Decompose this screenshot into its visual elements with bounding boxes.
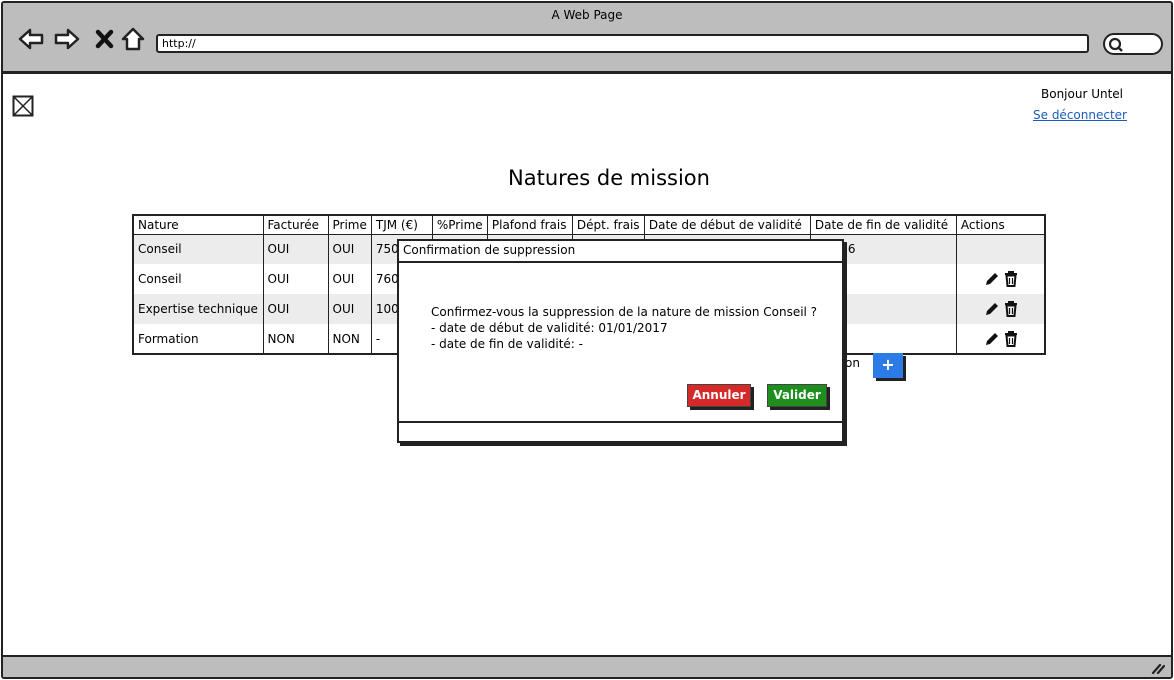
cell-nature: Conseil	[133, 264, 264, 294]
dialog-footer	[399, 421, 842, 441]
add-label: on	[845, 356, 860, 370]
browser-chrome: A Web Page http://	[3, 3, 1171, 74]
cell-facturee: NON	[263, 324, 329, 354]
cell-actions	[956, 264, 1046, 294]
cell-actions	[956, 324, 1046, 354]
column-header-facturee: Facturée	[263, 215, 329, 235]
column-header-date-debut: Date de début de validité	[644, 215, 811, 235]
dialog-start-date: - date de début de validité: 01/01/2017	[431, 321, 668, 335]
column-header-nature: Nature	[133, 215, 264, 235]
edit-icon[interactable]	[984, 271, 1000, 287]
cell-facturee: OUI	[263, 294, 329, 324]
back-icon[interactable]	[17, 25, 45, 53]
delete-icon[interactable]	[1004, 301, 1018, 317]
url-bar[interactable]: http://	[156, 34, 1089, 53]
dialog-message: Confirmez-vous la suppression de la natu…	[431, 304, 817, 352]
browser-window: A Web Page http:// Bonjour Untel Se déco…	[1, 1, 1173, 679]
column-header-actions: Actions	[956, 215, 1046, 235]
cell-nature: Conseil	[133, 234, 264, 264]
cell-prime: OUI	[328, 264, 372, 294]
column-header-pct-prime: %Prime	[432, 215, 488, 235]
dialog-end-date: - date de fin de validité: -	[431, 337, 583, 351]
cell-nature: Formation	[133, 324, 264, 354]
logout-link[interactable]: Se déconnecter	[1033, 108, 1127, 122]
cell-facturee: OUI	[263, 264, 329, 294]
home-icon[interactable]	[119, 25, 147, 53]
image-placeholder-icon	[12, 95, 34, 117]
window-title: A Web Page	[551, 8, 623, 22]
dialog-question: Confirmez-vous la suppression de la natu…	[431, 305, 818, 319]
cell-actions	[956, 294, 1046, 324]
column-header-dept-frais: Dépt. frais	[572, 215, 645, 235]
add-nature-button[interactable]: +	[873, 353, 903, 378]
delete-icon[interactable]	[1004, 330, 1018, 347]
dialog-title: Confirmation de suppression	[399, 241, 842, 263]
confirm-button[interactable]: Valider	[767, 384, 827, 407]
cell-prime: OUI	[328, 234, 372, 264]
delete-icon[interactable]	[1004, 271, 1018, 287]
delete-confirmation-dialog: Confirmation de suppression Confirmez-vo…	[397, 239, 844, 443]
table-header-row: Nature Facturée Prime TJM (€) %Prime Pla…	[133, 215, 1046, 235]
column-header-tjm: TJM (€)	[371, 215, 433, 235]
column-header-plafond-frais: Plafond frais	[487, 215, 573, 235]
search-icon	[1108, 37, 1123, 52]
cell-prime: NON	[328, 324, 372, 354]
resize-grip-icon[interactable]	[1151, 662, 1165, 674]
close-icon[interactable]	[91, 25, 119, 53]
cell-facturee: OUI	[263, 234, 329, 264]
column-header-date-fin: Date de fin de validité	[810, 215, 957, 235]
user-greeting: Bonjour Untel	[1041, 87, 1124, 101]
status-bar	[3, 655, 1171, 677]
forward-icon[interactable]	[53, 25, 81, 53]
column-header-prime: Prime	[328, 215, 372, 235]
browser-search-box[interactable]	[1103, 33, 1163, 55]
cell-actions	[956, 234, 1046, 264]
cell-nature: Expertise technique	[133, 294, 264, 324]
cancel-button[interactable]: Annuler	[687, 384, 751, 407]
page-title: Natures de mission	[508, 166, 710, 190]
cell-prime: OUI	[328, 294, 372, 324]
edit-icon[interactable]	[984, 331, 1000, 347]
edit-icon[interactable]	[984, 301, 1000, 317]
